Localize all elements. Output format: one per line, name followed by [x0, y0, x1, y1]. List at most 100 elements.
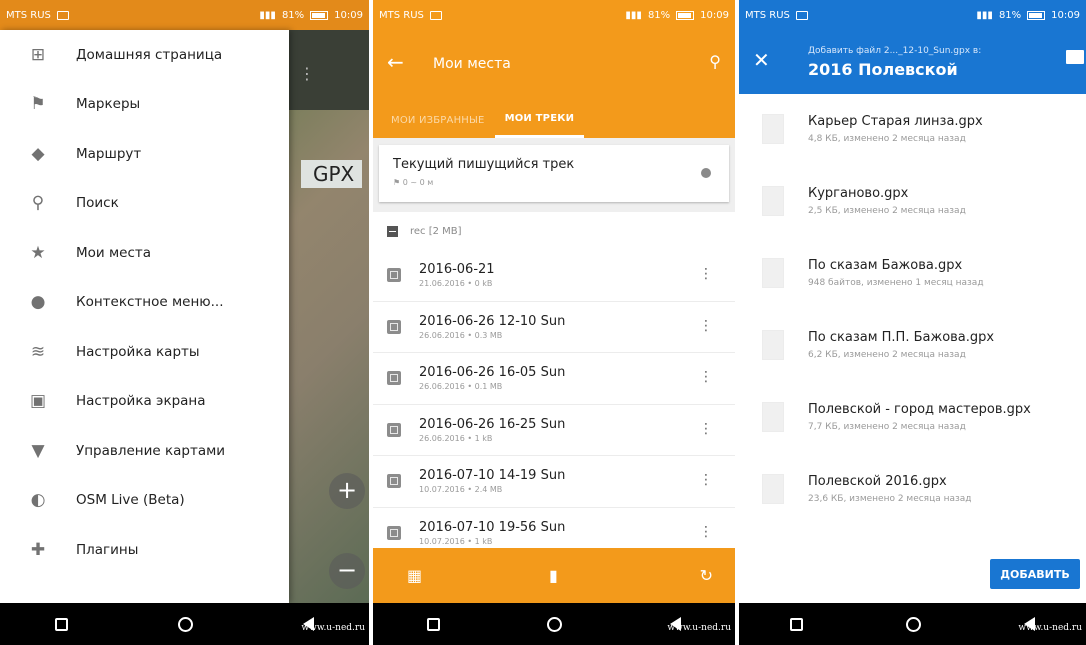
- file-meta: 948 байтов, изменено 1 месяц назад: [808, 278, 984, 288]
- track-row[interactable]: 2016-06-26 16-25 Sun 26.06.2016 • 1 kB ⋮: [373, 405, 735, 456]
- zoom-out-button[interactable]: −: [329, 553, 365, 589]
- file-row[interactable]: По сказам Бажова.gpx 948 байтов, изменено…: [739, 238, 1086, 310]
- more-vert-icon[interactable]: ⋮: [699, 267, 713, 281]
- track-row[interactable]: 2016-06-21 21.06.2016 • 0 kB ⋮: [373, 250, 735, 302]
- home-circle-icon[interactable]: [547, 616, 563, 632]
- drawer-item[interactable]: ● Контекстное меню...: [0, 278, 289, 328]
- tab-bar: МОИ ИЗБРАННЫЕ МОИ ТРЕКИ: [373, 102, 735, 138]
- drawer-item[interactable]: ▣ Настройка экрана: [0, 377, 289, 427]
- puzzle-icon: ✚: [30, 539, 46, 560]
- battery-icon: [676, 10, 695, 20]
- more-vert-icon[interactable]: ⋮: [299, 64, 315, 83]
- track-list: rec [2 MB] 2016-06-21 21.06.2016 • 0 kB ⋮ 2…: [373, 212, 735, 548]
- file-meta: 2,5 КБ, изменено 2 месяца назад: [808, 206, 966, 216]
- tab-favorites[interactable]: МОИ ИЗБРАННЫЕ: [381, 102, 495, 138]
- recent-apps-icon[interactable]: [426, 617, 440, 631]
- folder-header[interactable]: rec [2 MB]: [373, 212, 735, 250]
- track-row[interactable]: 2016-07-10 19-56 Sun 10.07.2016 • 1 kB ⋮: [373, 508, 735, 549]
- file-row[interactable]: Курганово.gpx 2,5 КБ, изменено 2 месяца н…: [739, 166, 1086, 238]
- file-icon: [762, 186, 784, 216]
- track-row[interactable]: 2016-07-10 14-19 Sun 10.07.2016 • 2.4 MB ⋮: [373, 456, 735, 508]
- drawer-item[interactable]: ◆ Маршрут: [0, 129, 289, 179]
- track-row[interactable]: 2016-06-26 16-05 Sun 26.06.2016 • 0.1 MB ⋮: [373, 353, 735, 405]
- file-row[interactable]: Полевской - город мастеров.gpx 7,7 КБ, из…: [739, 382, 1086, 454]
- search-icon[interactable]: ⚲: [709, 52, 721, 71]
- dialog-subtitle: Добавить файл 2..._12-10_Sun.gpx в:: [808, 46, 982, 56]
- more-vert-icon[interactable]: ⋮: [699, 319, 713, 333]
- drawer-item[interactable]: ◐ OSM Live (Beta): [0, 476, 289, 526]
- drawer-item-label: Домашняя страница: [76, 46, 223, 63]
- file-icon: [762, 330, 784, 360]
- home-circle-icon[interactable]: [905, 616, 921, 632]
- file-name: Курганово.gpx: [808, 186, 909, 201]
- record-dot-icon[interactable]: [701, 168, 711, 178]
- drawer-item[interactable]: ✚ Плагины: [0, 525, 289, 575]
- file-row[interactable]: По сказам П.П. Бажова.gpx 6,2 КБ, изменен…: [739, 310, 1086, 382]
- file-name: По сказам П.П. Бажова.gpx: [808, 330, 995, 345]
- drawer-item[interactable]: ⚲ Поиск: [0, 179, 289, 229]
- drawer-item-label: Плагины: [76, 541, 139, 558]
- flag-icon: ⚑: [30, 94, 46, 115]
- file-row[interactable]: Карьер Старая линза.gpx 4,8 КБ, изменено …: [739, 94, 1086, 166]
- notification-icon: [56, 10, 69, 20]
- track-text: 2016-07-10 14-19 Sun 10.07.2016 • 2.4 MB: [419, 468, 565, 494]
- file-meta: 4,8 КБ, изменено 2 месяца назад: [808, 134, 966, 144]
- navigation-drawer: ⊞ Домашняя страница ⚑ Маркеры ◆ Маршрут ⚲ Поиск…: [0, 30, 289, 603]
- track-meta: 26.06.2016 • 1 kB: [419, 433, 493, 443]
- new-folder-icon[interactable]: [1066, 50, 1084, 64]
- recent-apps-icon[interactable]: [790, 617, 804, 631]
- drawer-item-label: Поиск: [76, 195, 119, 212]
- route-diamond-icon: ◆: [31, 143, 45, 164]
- file-icon: [762, 258, 784, 288]
- drawer-item[interactable]: ⊞ Домашняя страница: [0, 30, 289, 80]
- status-bar: MTS RUS ▮▮▮ 81% 10:09: [0, 0, 369, 30]
- close-icon[interactable]: ✕: [753, 48, 770, 72]
- drawer-item[interactable]: ★ Мои места: [0, 228, 289, 278]
- refresh-icon[interactable]: ↻: [700, 566, 713, 585]
- drawer-item[interactable]: ⚑ Маркеры: [0, 80, 289, 130]
- track-text: 2016-07-10 19-56 Sun 10.07.2016 • 1 kB: [419, 520, 565, 546]
- map-top-bar: ⋮: [289, 30, 369, 110]
- file-row[interactable]: Полевской 2016.gpx 23,6 КБ, изменено 2 ме…: [739, 454, 1086, 526]
- screen-side-drawer: MTS RUS ▮▮▮ 81% 10:09 ⋮ GPX + − ⊞ Домашня…: [0, 0, 369, 645]
- show-on-map-icon[interactable]: ▦: [407, 566, 422, 585]
- clock: 10:09: [334, 9, 363, 21]
- track-items: 2016-06-21 21.06.2016 • 0 kB ⋮ 2016-06-26 1…: [373, 250, 735, 548]
- gpx-file-icon: [387, 525, 401, 540]
- zoom-in-button[interactable]: +: [329, 473, 365, 509]
- app-bar: ← Мои места ⚲: [373, 30, 735, 102]
- more-vert-icon[interactable]: ⋮: [699, 370, 713, 384]
- drawer-item-label: Настройка экрана: [76, 393, 206, 410]
- track-name: 2016-06-26 16-25 Sun: [419, 416, 566, 432]
- map-view[interactable]: ⋮ GPX + −: [289, 30, 369, 603]
- add-button[interactable]: ДОБАВИТЬ: [990, 559, 1080, 589]
- gpx-file-icon: [387, 319, 401, 334]
- map-gpx-label: GPX: [301, 160, 363, 188]
- more-vert-icon[interactable]: ⋮: [699, 422, 713, 436]
- drawer-item-label: Мои места: [76, 244, 152, 261]
- folder-title: 2016 Полевской: [808, 60, 958, 79]
- track-meta: 10.07.2016 • 2.4 MB: [419, 485, 503, 495]
- drawer-item[interactable]: ▼ Управление картами: [0, 426, 289, 476]
- file-meta: 23,6 КБ, изменено 2 месяца назад: [808, 494, 972, 504]
- track-name: 2016-06-26 12-10 Sun: [419, 313, 566, 329]
- back-arrow-icon[interactable]: ←: [387, 50, 404, 74]
- battery-percent: 81%: [647, 9, 671, 21]
- tab-tracks[interactable]: МОИ ТРЕКИ: [494, 102, 585, 138]
- collapse-folder-icon[interactable]: [387, 225, 398, 237]
- current-track-meta: ⚑ 0 ~ 0 м: [393, 178, 434, 187]
- battery-percent: 81%: [998, 9, 1022, 21]
- home-circle-icon[interactable]: [178, 616, 193, 632]
- file-name: Полевской - город мастеров.gpx: [808, 402, 1031, 417]
- track-text: 2016-06-21 21.06.2016 • 0 kB: [419, 262, 495, 288]
- screen-settings-icon: ▣: [29, 391, 47, 412]
- file-meta: 6,2 КБ, изменено 2 месяца назад: [808, 350, 966, 360]
- recent-apps-icon[interactable]: [55, 617, 68, 631]
- more-vert-icon[interactable]: ⋮: [699, 473, 713, 487]
- drawer-item[interactable]: ≋ Настройка карты: [0, 327, 289, 377]
- track-meta: 26.06.2016 • 0.3 MB: [419, 330, 503, 340]
- more-vert-icon[interactable]: ⋮: [699, 525, 713, 539]
- delete-icon[interactable]: ▮: [549, 566, 558, 585]
- track-row[interactable]: 2016-06-26 12-10 Sun 26.06.2016 • 0.3 MB ⋮: [373, 302, 735, 353]
- current-track-card[interactable]: Текущий пишущийся трек ⚑ 0 ~ 0 м: [379, 145, 729, 202]
